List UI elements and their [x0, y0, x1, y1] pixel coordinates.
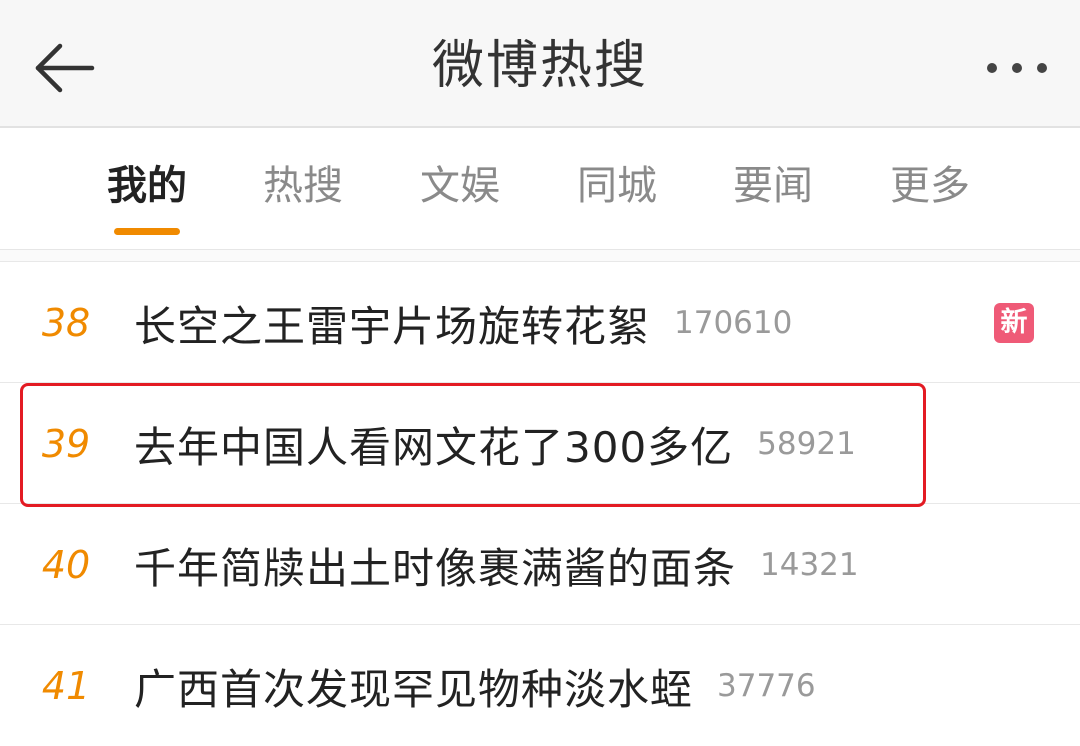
topic-line: 广西首次发现罕见物种淡水蛭 37776 — [134, 626, 816, 746]
tab-more[interactable]: 更多 — [870, 158, 990, 214]
heat-count: 58921 — [757, 426, 856, 462]
topic-title[interactable]: 去年中国人看网文花了300多亿 — [134, 414, 733, 475]
hot-list-item[interactable]: 39 去年中国人看网文花了300多亿 58921 — [0, 384, 1080, 504]
topic-title[interactable]: 广西首次发现罕见物种淡水蛭 — [134, 656, 693, 717]
tab-news[interactable]: 要闻 — [713, 158, 833, 214]
heat-count: 170610 — [674, 305, 793, 341]
tab-mine[interactable]: 我的 — [87, 158, 207, 214]
rank-number: 39 — [41, 422, 91, 466]
hot-list-item[interactable]: 40 千年简牍出土时像裹满酱的面条 14321 — [0, 505, 1080, 625]
heat-count: 14321 — [760, 547, 859, 583]
tab-entertainment[interactable]: 文娱 — [400, 158, 520, 214]
topic-line: 去年中国人看网文花了300多亿 58921 — [134, 384, 856, 504]
topic-line: 长空之王雷宇片场旋转花絮 170610 — [134, 263, 792, 383]
tab-local[interactable]: 同城 — [557, 158, 677, 214]
heat-count: 37776 — [717, 668, 816, 704]
topic-title[interactable]: 千年简牍出土时像裹满酱的面条 — [134, 535, 736, 596]
hot-list-item[interactable]: 38 长空之王雷宇片场旋转花絮 170610 新 — [0, 263, 1080, 383]
tab-hot-search[interactable]: 热搜 — [243, 158, 363, 214]
new-badge: 新 — [994, 303, 1034, 343]
hot-list-item[interactable]: 41 广西首次发现罕见物种淡水蛭 37776 — [0, 626, 1080, 746]
rank-number: 41 — [41, 664, 91, 708]
more-button[interactable] — [982, 48, 1052, 88]
more-dots-icon — [987, 63, 1047, 73]
page-title: 微博热搜 — [431, 36, 648, 96]
rank-number: 40 — [41, 543, 91, 587]
top-bar: 微博热搜 — [0, 0, 1080, 128]
topic-title[interactable]: 长空之王雷宇片场旋转花絮 — [134, 293, 650, 354]
category-tabs: 我的 热搜 文娱 同城 要闻 更多 — [0, 128, 1080, 250]
divider — [0, 250, 1080, 262]
active-tab-indicator — [114, 228, 180, 235]
topic-line: 千年简牍出土时像裹满酱的面条 14321 — [134, 505, 859, 625]
rank-number: 38 — [41, 301, 91, 345]
